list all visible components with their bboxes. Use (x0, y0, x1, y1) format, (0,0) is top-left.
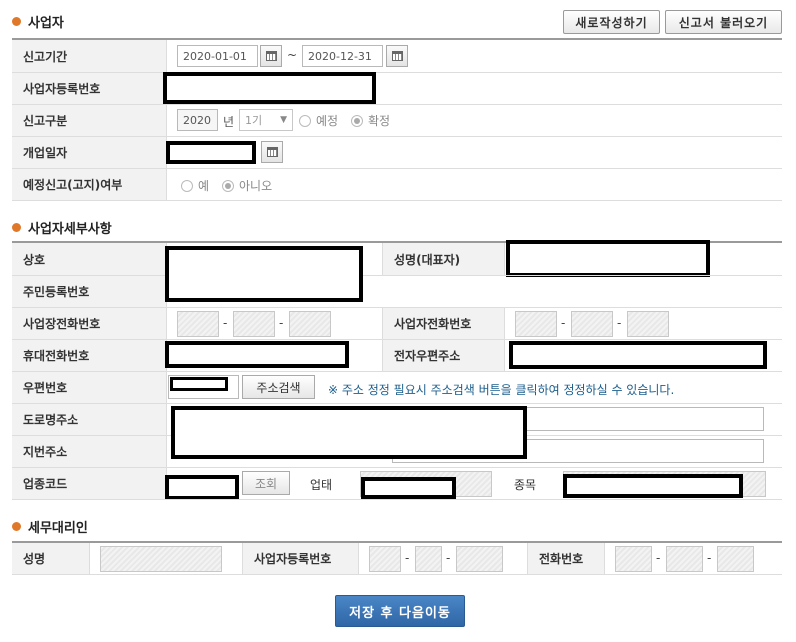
address-notice: ※ 주소 정정 필요시 주소검색 버튼을 클릭하여 정정하실 수 있습니다. (328, 383, 675, 397)
radio-icon (222, 179, 234, 192)
row-divider (12, 200, 782, 201)
biz-phone2-part3[interactable] (627, 311, 669, 337)
label-biz-phone: 사업장전화번호 (12, 308, 167, 339)
radio-icon (299, 114, 311, 127)
label-agent-bizno: 사업자등록번호 (242, 543, 359, 574)
label-lot-addr: 지번주소 (12, 436, 167, 467)
label-agent-phone: 전화번호 (527, 543, 605, 574)
open-date-redacted-field[interactable] (166, 141, 256, 164)
dash: - (561, 316, 566, 330)
bullet-icon (12, 222, 21, 232)
label-email: 전자우편주소 (382, 340, 505, 371)
new-write-button[interactable]: 새로작성하기 (563, 10, 660, 34)
label-agent-name: 성명 (12, 543, 90, 574)
calendar-icon (266, 147, 278, 157)
agent-phone-part1[interactable] (615, 546, 652, 572)
label-trade-name: 상호 (12, 243, 167, 275)
calendar-icon (391, 51, 403, 61)
dash: - (617, 316, 622, 330)
save-next-button[interactable]: 저장 후 다음이동 (335, 595, 465, 627)
bullet-icon (12, 521, 21, 531)
mobile-redacted-field[interactable] (165, 341, 349, 368)
label-industry-code: 업종코드 (12, 468, 167, 499)
radio-yes[interactable]: 예 (181, 177, 209, 194)
business-type-redacted (361, 477, 456, 499)
road-addr-detail-input[interactable] (524, 407, 764, 431)
email-redacted-field[interactable] (509, 341, 767, 369)
biz-phone2-part1[interactable] (515, 311, 557, 337)
dash: - (405, 551, 410, 565)
bullet-icon (12, 16, 21, 26)
radio-confirm[interactable]: 확정 (351, 112, 390, 129)
period-tilde: ~ (287, 48, 298, 62)
dash: - (446, 551, 451, 565)
period-end-input[interactable]: 2020-12-31 (302, 45, 383, 67)
agent-phone-part2[interactable] (666, 546, 703, 572)
label-open-date: 개업일자 (12, 137, 167, 168)
rep-name-redacted-field[interactable] (506, 240, 710, 277)
agent-phone-part3[interactable] (717, 546, 754, 572)
agent-bizno-part1[interactable] (369, 546, 401, 572)
radio-estimate[interactable]: 예정 (299, 112, 338, 129)
section-title-agent: 세무대리인 (12, 518, 88, 536)
label-mobile: 휴대전화번호 (12, 340, 167, 371)
row-divider (12, 499, 782, 500)
label-business-type: 업태 (310, 478, 333, 492)
trade-name-redacted-field[interactable] (165, 246, 363, 302)
dash: - (656, 551, 661, 565)
label-zip: 우편번호 (12, 372, 167, 403)
zip-redacted (170, 377, 228, 391)
label-item: 종목 (514, 478, 537, 492)
period-end-calendar-button[interactable] (386, 45, 408, 67)
row-divider (12, 574, 782, 575)
agent-bizno-part3[interactable] (456, 546, 503, 572)
table-top-border (12, 541, 782, 543)
report-year-input[interactable]: 2020 (177, 109, 218, 131)
item-redacted (563, 474, 743, 498)
dash: - (279, 316, 284, 330)
calendar-icon (265, 51, 277, 61)
radio-no[interactable]: 아니오 (222, 177, 272, 194)
label-rep-name: 성명(대표자) (382, 243, 505, 275)
term-select[interactable]: 1기 ▼ (239, 109, 293, 131)
address-search-button[interactable]: 주소검색 (242, 375, 315, 399)
radio-icon (181, 179, 193, 192)
year-unit: 년 (223, 115, 235, 129)
dash: - (223, 316, 228, 330)
label-road-addr: 도로명주소 (12, 404, 167, 435)
biz-phone-part3[interactable] (289, 311, 331, 337)
biz-phone2-part2[interactable] (571, 311, 613, 337)
section-title-business: 사업자 (12, 13, 64, 31)
chevron-down-icon: ▼ (280, 115, 287, 125)
industry-code-redacted-field[interactable] (165, 475, 239, 500)
label-report-type: 신고구분 (12, 105, 167, 136)
label-biz-phone2: 사업자전화번호 (382, 308, 505, 339)
lookup-button[interactable]: 조회 (242, 471, 290, 495)
period-start-calendar-button[interactable] (260, 45, 282, 67)
biz-phone-part1[interactable] (177, 311, 219, 337)
agent-name-field[interactable] (100, 546, 222, 572)
section-title-details: 사업자세부사항 (12, 219, 112, 237)
radio-icon (351, 114, 363, 127)
label-bizno: 사업자등록번호 (12, 73, 167, 104)
label-estimate: 예정신고(고지)여부 (12, 169, 167, 200)
address-redacted-field[interactable] (171, 406, 527, 459)
open-date-calendar-button[interactable] (261, 141, 283, 163)
period-start-input[interactable]: 2020-01-01 (177, 45, 258, 67)
load-report-button[interactable]: 신고서 불러오기 (665, 10, 782, 34)
bizno-redacted-field[interactable] (163, 72, 376, 104)
dash: - (707, 551, 712, 565)
label-period: 신고기간 (12, 40, 167, 72)
biz-phone-part2[interactable] (233, 311, 275, 337)
agent-bizno-part2[interactable] (415, 546, 442, 572)
label-resident-no: 주민등록번호 (12, 276, 167, 307)
